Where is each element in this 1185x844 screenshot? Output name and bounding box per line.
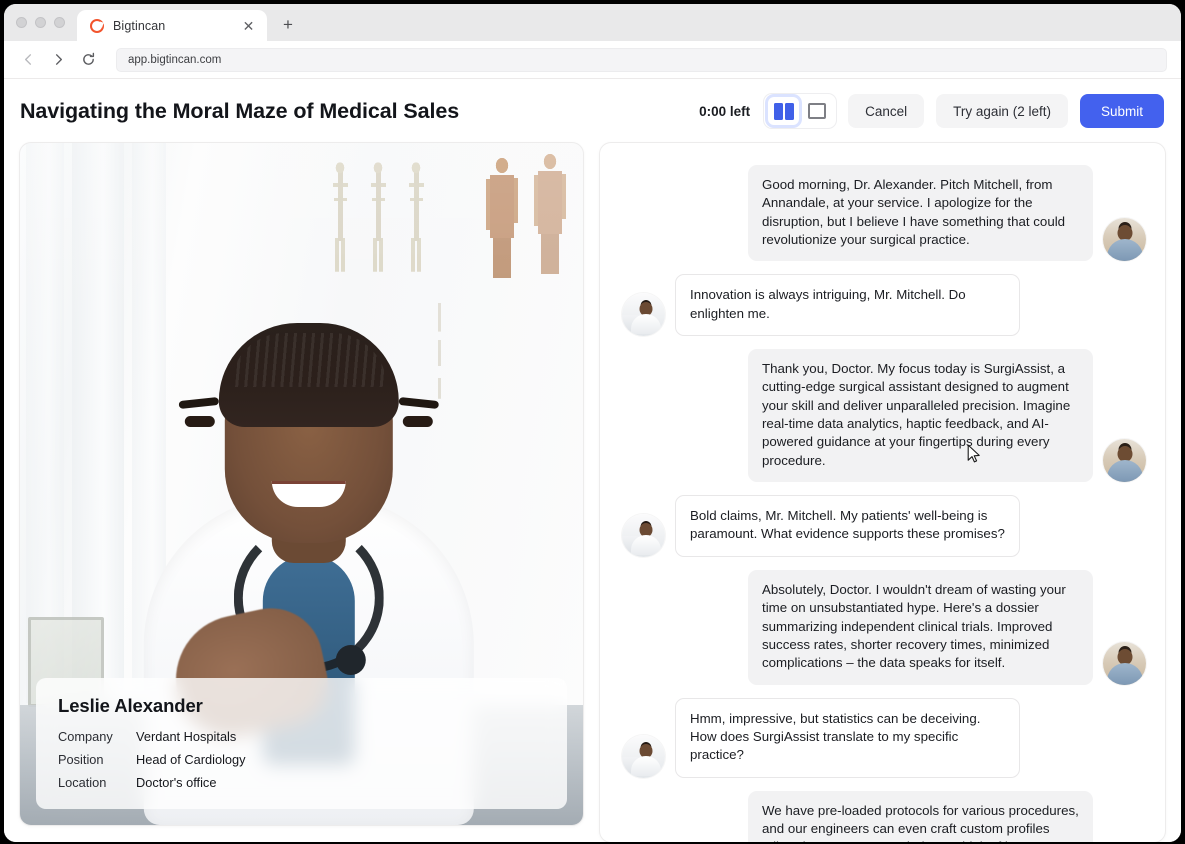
browser-tab-title: Bigtincan — [113, 18, 166, 33]
close-window-button[interactable] — [16, 17, 27, 28]
split-body: Leslie Alexander Company Verdant Hospita… — [4, 143, 1181, 842]
layout-toggle-group — [764, 94, 837, 128]
persona-position-row: Position Head of Cardiology — [58, 752, 545, 767]
chat-bubble: Thank you, Doctor. My focus today is Sur… — [748, 349, 1093, 483]
rep-avatar — [1103, 218, 1146, 262]
split-view-icon — [773, 102, 794, 120]
app-content: Navigating the Moral Maze of Medical Sal… — [4, 79, 1181, 842]
persona-position-value: Head of Cardiology — [136, 752, 246, 767]
avatar-desk-detail — [622, 315, 639, 333]
timer-label: 0:00 left — [699, 103, 751, 119]
chat-bubble: Absolutely, Doctor. I wouldn't dream of … — [748, 569, 1093, 685]
back-icon[interactable] — [14, 46, 42, 74]
avatar-desk-detail — [622, 756, 639, 774]
page-title: Navigating the Moral Maze of Medical Sal… — [20, 98, 460, 123]
app-header: Navigating the Moral Maze of Medical Sal… — [4, 79, 1181, 143]
maximize-window-button[interactable] — [54, 17, 65, 28]
chat-bubble: Innovation is always intriguing, Mr. Mit… — [675, 274, 1020, 337]
reload-icon[interactable] — [74, 46, 102, 74]
doctor-avatar — [622, 513, 665, 557]
browser-tab[interactable]: Bigtincan ✕ — [77, 10, 267, 41]
try-again-button[interactable]: Try again (2 left) — [936, 94, 1068, 128]
chat-bubble: Hmm, impressive, but statistics can be d… — [675, 697, 1020, 778]
header-actions: 0:00 left Cancel Try again (2 left) Subm… — [699, 94, 1164, 128]
chat-message-doctor: Hmm, impressive, but statistics can be d… — [622, 697, 1146, 778]
single-view-toggle[interactable] — [801, 97, 832, 125]
persona-info-card: Leslie Alexander Company Verdant Hospita… — [36, 678, 567, 809]
split-view-toggle[interactable] — [768, 97, 800, 125]
new-tab-icon[interactable]: + — [274, 11, 302, 39]
chat-message-rep: Thank you, Doctor. My focus today is Sur… — [622, 349, 1146, 483]
minimize-window-button[interactable] — [35, 17, 46, 28]
close-tab-icon[interactable]: ✕ — [240, 17, 257, 34]
chat-bubble: We have pre-loaded protocols for various… — [748, 790, 1093, 842]
cancel-button[interactable]: Cancel — [848, 94, 925, 128]
url-input[interactable]: app.bigtincan.com — [116, 47, 1167, 72]
persona-position-label: Position — [58, 752, 104, 767]
chat-message-rep: We have pre-loaded protocols for various… — [622, 790, 1146, 842]
persona-company-value: Verdant Hospitals — [136, 729, 237, 744]
persona-location-value: Doctor's office — [136, 775, 217, 790]
chat-bubble: Good morning, Dr. Alexander. Pitch Mitch… — [748, 165, 1093, 262]
browser-tab-strip: Bigtincan ✕ + — [4, 4, 1181, 41]
persona-location-row: Location Doctor's office — [58, 775, 545, 790]
video-panel[interactable]: Leslie Alexander Company Verdant Hospita… — [20, 143, 583, 825]
rep-avatar — [1103, 439, 1146, 483]
persona-company-row: Company Verdant Hospitals — [58, 729, 545, 744]
doctor-avatar — [622, 734, 665, 778]
single-view-icon — [807, 103, 826, 119]
url-text: app.bigtincan.com — [128, 53, 222, 66]
forward-icon[interactable] — [44, 46, 72, 74]
browser-window: Bigtincan ✕ + app.bigtincan.com Navigati… — [4, 4, 1181, 842]
rep-avatar — [1103, 641, 1146, 685]
chat-message-rep: Absolutely, Doctor. I wouldn't dream of … — [622, 569, 1146, 685]
avatar-desk-detail — [622, 535, 639, 553]
doctor-avatar — [622, 293, 665, 337]
chat-message-doctor: Innovation is always intriguing, Mr. Mit… — [622, 274, 1146, 337]
chat-message-doctor: Bold claims, Mr. Mitchell. My patients' … — [622, 495, 1146, 557]
bigtincan-favicon-icon — [90, 18, 104, 33]
chat-message-list: Good morning, Dr. Alexander. Pitch Mitch… — [622, 165, 1146, 842]
chat-transcript-panel[interactable]: Good morning, Dr. Alexander. Pitch Mitch… — [600, 143, 1165, 842]
window-traffic-lights — [12, 4, 77, 41]
submit-button[interactable]: Submit — [1079, 94, 1164, 128]
persona-location-label: Location — [58, 775, 107, 790]
chat-bubble: Bold claims, Mr. Mitchell. My patients' … — [675, 495, 1020, 557]
chat-message-rep: Good morning, Dr. Alexander. Pitch Mitch… — [622, 165, 1146, 262]
persona-name: Leslie Alexander — [58, 695, 203, 716]
browser-address-bar: app.bigtincan.com — [4, 41, 1181, 79]
persona-company-label: Company — [58, 729, 113, 744]
